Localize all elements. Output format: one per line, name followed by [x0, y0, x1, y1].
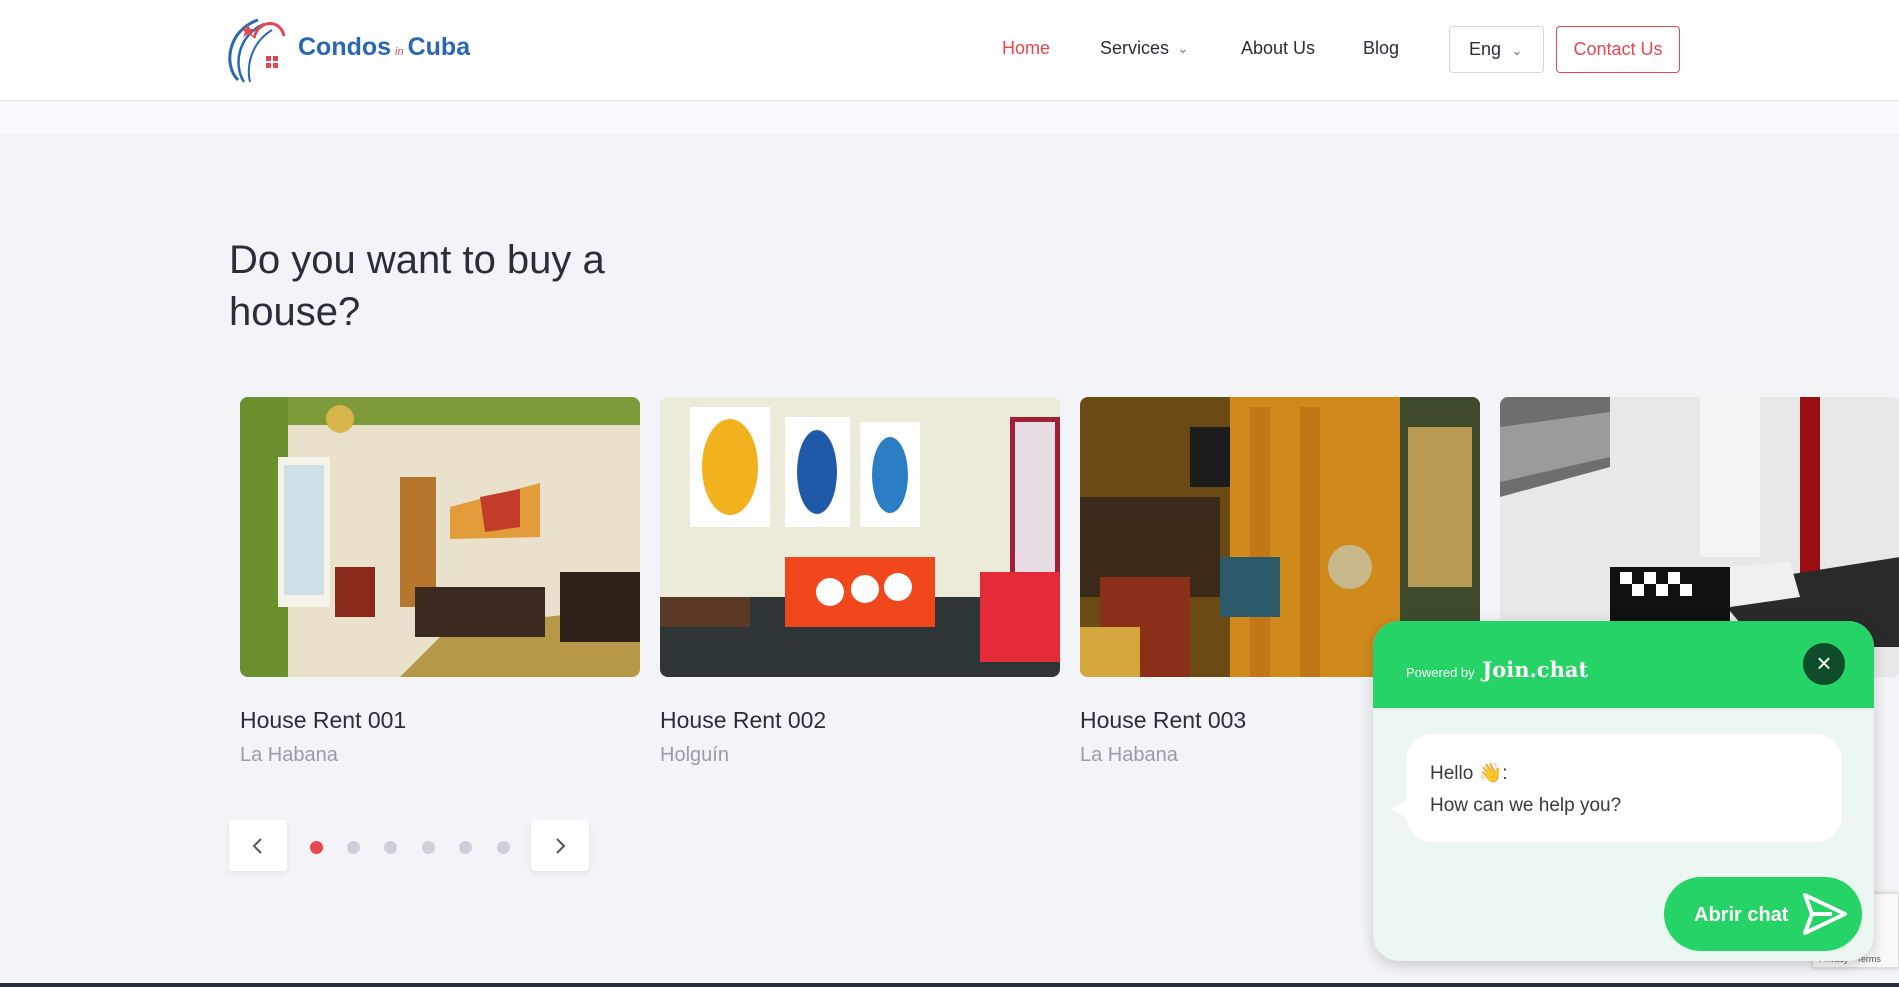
- close-icon: ×: [1816, 648, 1832, 678]
- carousel-dot[interactable]: [497, 841, 510, 854]
- logo-text: Condos in Cuba: [298, 33, 471, 61]
- property-location: La Habana: [240, 744, 338, 766]
- property-location: Holguín: [660, 744, 729, 766]
- language-label: Eng: [1469, 39, 1502, 59]
- carousel-dot[interactable]: [459, 841, 472, 854]
- contact-us-button[interactable]: Contact Us: [1556, 26, 1680, 73]
- open-chat-label: Abrir chat: [1694, 904, 1789, 926]
- page-bottom-border: [0, 983, 1899, 987]
- property-name[interactable]: House Rent 001: [240, 707, 640, 734]
- powered-by[interactable]: Powered by Join.chat: [1406, 657, 1588, 682]
- section-title: Do you want to buy a house?: [229, 238, 605, 334]
- site-header: Condos in Cuba Home Services ⌄ About Us Blo…: [0, 0, 1899, 101]
- carousel-dot[interactable]: [384, 841, 397, 854]
- language-selector[interactable]: Eng ⌄: [1449, 26, 1544, 73]
- nav-services[interactable]: Services ⌄: [1100, 38, 1189, 59]
- carousel-prev-button[interactable]: [229, 820, 287, 871]
- nav-services-label: Services: [1100, 38, 1170, 58]
- nav-home[interactable]: Home: [1002, 38, 1050, 59]
- greeting-line-2: How can we help you?: [1430, 795, 1622, 816]
- powered-by-prefix: Powered by: [1406, 665, 1475, 680]
- chevron-down-icon: ⌄: [1511, 42, 1523, 58]
- greeting-line-1: Hello 👋:: [1430, 763, 1508, 784]
- property-name[interactable]: House Rent 002: [660, 707, 1060, 734]
- carousel-dot[interactable]: [347, 841, 360, 854]
- property-photo[interactable]: [660, 397, 1060, 677]
- property-card[interactable]: House Rent 002 Holguín: [660, 397, 1060, 767]
- carousel-dot[interactable]: [310, 841, 323, 854]
- chat-close-button[interactable]: ×: [1803, 643, 1845, 685]
- chat-greeting-bubble: Hello 👋: How can we help you?: [1406, 734, 1842, 842]
- chevron-down-icon: ⌄: [1177, 40, 1189, 56]
- nav-about-us[interactable]: About Us: [1241, 38, 1315, 59]
- logo-icon: [228, 18, 286, 83]
- chat-header: Powered by Join.chat ×: [1373, 621, 1874, 708]
- carousel-next-button[interactable]: [531, 820, 589, 871]
- joinchat-brand: Join.chat: [1482, 657, 1589, 682]
- property-card[interactable]: House Rent 001 La Habana: [240, 397, 640, 767]
- header-subband: [0, 102, 1899, 134]
- site-logo[interactable]: Condos in Cuba: [218, 10, 471, 86]
- chevron-left-icon: [252, 837, 262, 854]
- carousel-dot[interactable]: [422, 841, 435, 854]
- chat-widget: Powered by Join.chat × Hello 👋: How can …: [1373, 621, 1874, 961]
- chevron-right-icon: [556, 837, 566, 854]
- nav-blog[interactable]: Blog: [1363, 38, 1399, 59]
- open-chat-button[interactable]: Abrir chat: [1664, 877, 1862, 951]
- property-photo[interactable]: [240, 397, 640, 677]
- send-icon: [1803, 893, 1847, 935]
